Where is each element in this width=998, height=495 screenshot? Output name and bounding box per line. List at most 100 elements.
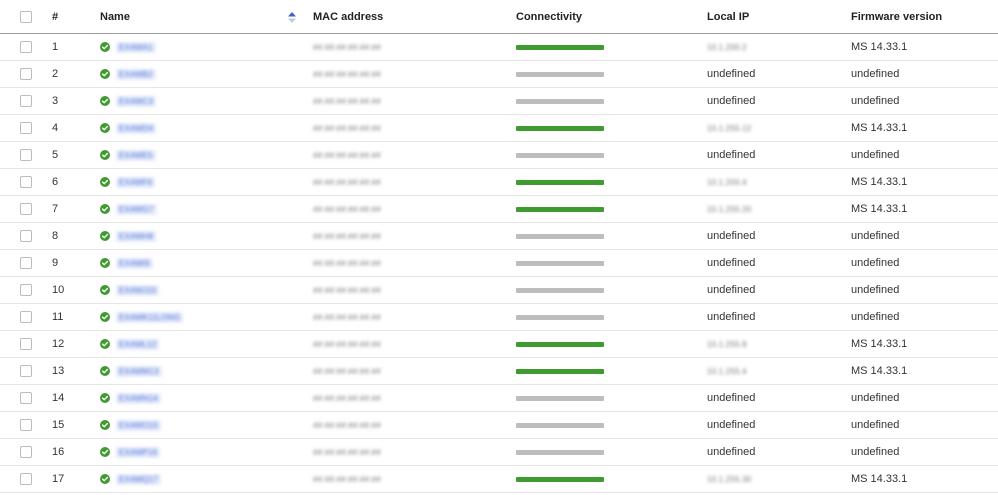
mac-address: ##:##:##:##:##:## <box>313 339 381 349</box>
column-header-firmware[interactable]: Firmware version <box>851 0 942 33</box>
table-row[interactable]: 15 EXAMO15 ##:##:##:##:##:## undefined undef… <box>0 412 998 439</box>
table-row[interactable]: 2 EXAMB2 ##:##:##:##:##:## undefined undefin… <box>0 61 998 88</box>
mac-address-cell: ##:##:##:##:##:## <box>313 331 381 357</box>
local-ip-cell: 10.1.255.4 <box>707 358 747 384</box>
row-checkbox[interactable] <box>20 392 32 404</box>
local-ip: undefined <box>707 446 756 458</box>
device-name-link[interactable]: EXAMC3 <box>116 95 157 107</box>
table-row[interactable]: 13 EXAMM13 ##:##:##:##:##:## 10.1.255.4 MS 1… <box>0 358 998 385</box>
table-row[interactable]: 11 EXAMK11LONG ##:##:##:##:##:## undefined u… <box>0 304 998 331</box>
connectivity-cell <box>516 61 604 87</box>
select-all-checkbox[interactable] <box>20 10 32 23</box>
connectivity-cell <box>516 331 604 357</box>
check-circle-icon <box>100 204 110 214</box>
local-ip-cell: undefined <box>707 223 755 249</box>
row-number: 6 <box>52 176 59 188</box>
row-checkbox[interactable] <box>20 149 32 161</box>
device-name-link[interactable]: EXAMJ10 <box>116 284 159 296</box>
sort-ascending-icon[interactable] <box>288 12 296 23</box>
local-ip: undefined <box>707 149 756 161</box>
device-name-cell: EXAMM13 <box>100 358 162 384</box>
device-name-cell: EXAMJ10 <box>100 277 159 303</box>
row-checkbox[interactable] <box>20 257 32 269</box>
row-select-cell <box>20 358 32 384</box>
row-checkbox[interactable] <box>20 230 32 242</box>
row-checkbox[interactable] <box>20 365 32 377</box>
row-checkbox[interactable] <box>20 473 32 485</box>
connectivity-bar <box>516 287 604 293</box>
device-name-link[interactable]: EXAMN14 <box>116 392 161 404</box>
column-header-mac[interactable]: MAC address <box>313 0 383 33</box>
local-ip-cell: undefined <box>707 88 755 114</box>
row-checkbox[interactable] <box>20 203 32 215</box>
row-checkbox[interactable] <box>20 176 32 188</box>
device-name-link[interactable]: EXAMK11LONG <box>116 311 184 323</box>
mac-address-cell: ##:##:##:##:##:## <box>313 61 381 87</box>
mac-address-cell: ##:##:##:##:##:## <box>313 169 381 195</box>
firmware-version: undefined <box>851 95 900 107</box>
connectivity-cell <box>516 358 604 384</box>
device-name-link[interactable]: EXAMF6 <box>116 176 156 188</box>
table-row[interactable]: 9 EXAMI9 ##:##:##:##:##:## undefined undefin… <box>0 250 998 277</box>
mac-address-cell: ##:##:##:##:##:## <box>313 439 381 465</box>
table-row[interactable]: 5 EXAME5 ##:##:##:##:##:## undefined undefin… <box>0 142 998 169</box>
firmware-version: MS 14.33.1 <box>851 338 908 350</box>
device-name-cell: EXAMK11LONG <box>100 304 184 330</box>
table-row[interactable]: 4 EXAMD4 ##:##:##:##:##:## 10.1.255.12 MS 14… <box>0 115 998 142</box>
device-name-link[interactable]: EXAMG7 <box>116 203 157 215</box>
row-checkbox[interactable] <box>20 95 32 107</box>
connectivity-bar <box>516 206 604 212</box>
device-name-link[interactable]: EXAMB2 <box>116 68 156 80</box>
table-row[interactable]: 3 EXAMC3 ##:##:##:##:##:## undefined undefin… <box>0 88 998 115</box>
check-circle-icon <box>100 258 110 268</box>
connectivity-cell <box>516 115 604 141</box>
connectivity-cell <box>516 142 604 168</box>
row-select-cell <box>20 385 32 411</box>
local-ip-cell: undefined <box>707 61 755 87</box>
row-checkbox[interactable] <box>20 446 32 458</box>
row-checkbox[interactable] <box>20 284 32 296</box>
connectivity-bar <box>516 449 604 455</box>
table-header: # Name MAC address Connectivity Local IP… <box>0 0 998 34</box>
table-row[interactable]: 16 EXAMP16 ##:##:##:##:##:## undefined undef… <box>0 439 998 466</box>
row-select-cell <box>20 223 32 249</box>
column-header-name[interactable]: Name <box>100 0 130 33</box>
device-name-link[interactable]: EXAMD4 <box>116 122 157 134</box>
table-row[interactable]: 12 EXAML12 ##:##:##:##:##:## 10.1.255.8 MS 1… <box>0 331 998 358</box>
row-checkbox[interactable] <box>20 311 32 323</box>
device-name-link[interactable]: EXAMO15 <box>116 419 162 431</box>
local-ip-cell: 10.1.255.12 <box>707 115 751 141</box>
table-row[interactable]: 7 EXAMG7 ##:##:##:##:##:## 10.1.255.20 MS 14… <box>0 196 998 223</box>
firmware-version: undefined <box>851 230 900 242</box>
row-checkbox[interactable] <box>20 338 32 350</box>
table-row[interactable]: 14 EXAMN14 ##:##:##:##:##:## undefined undef… <box>0 385 998 412</box>
device-name-link[interactable]: EXAMH8 <box>116 230 157 242</box>
device-name-link[interactable]: EXAMI9 <box>116 257 153 269</box>
local-ip: undefined <box>707 257 756 269</box>
connectivity-bar <box>516 476 604 482</box>
table-row[interactable]: 10 EXAMJ10 ##:##:##:##:##:## undefined undef… <box>0 277 998 304</box>
column-header-local-ip[interactable]: Local IP <box>707 0 749 33</box>
device-name-link[interactable]: EXAMM13 <box>116 365 162 377</box>
firmware-version: undefined <box>851 284 900 296</box>
device-name-link[interactable]: EXAML12 <box>116 338 160 350</box>
table-row[interactable]: 6 EXAMF6 ##:##:##:##:##:## 10.1.200.4 MS 14.… <box>0 169 998 196</box>
check-circle-icon <box>100 42 110 52</box>
local-ip: undefined <box>707 311 756 323</box>
row-checkbox[interactable] <box>20 41 32 53</box>
row-checkbox[interactable] <box>20 122 32 134</box>
row-select-cell <box>20 412 32 438</box>
device-name-link[interactable]: EXAMP16 <box>116 446 161 458</box>
device-name-link[interactable]: EXAMA1 <box>116 41 156 53</box>
local-ip: 10.1.255.30 <box>707 474 752 484</box>
local-ip: 10.1.200.4 <box>707 177 747 187</box>
table-row[interactable]: 1 EXAMA1 ##:##:##:##:##:## 10.1.200.2 MS 14.… <box>0 34 998 61</box>
row-checkbox[interactable] <box>20 68 32 80</box>
device-name-link[interactable]: EXAMQ17 <box>116 473 162 485</box>
table-row[interactable]: 8 EXAMH8 ##:##:##:##:##:## undefined undefin… <box>0 223 998 250</box>
column-header-connectivity[interactable]: Connectivity <box>516 0 582 33</box>
table-row[interactable]: 17 EXAMQ17 ##:##:##:##:##:## 10.1.255.30 MS … <box>0 466 998 493</box>
device-name-link[interactable]: EXAME5 <box>116 149 156 161</box>
row-checkbox[interactable] <box>20 419 32 431</box>
select-all-cell <box>20 0 32 33</box>
